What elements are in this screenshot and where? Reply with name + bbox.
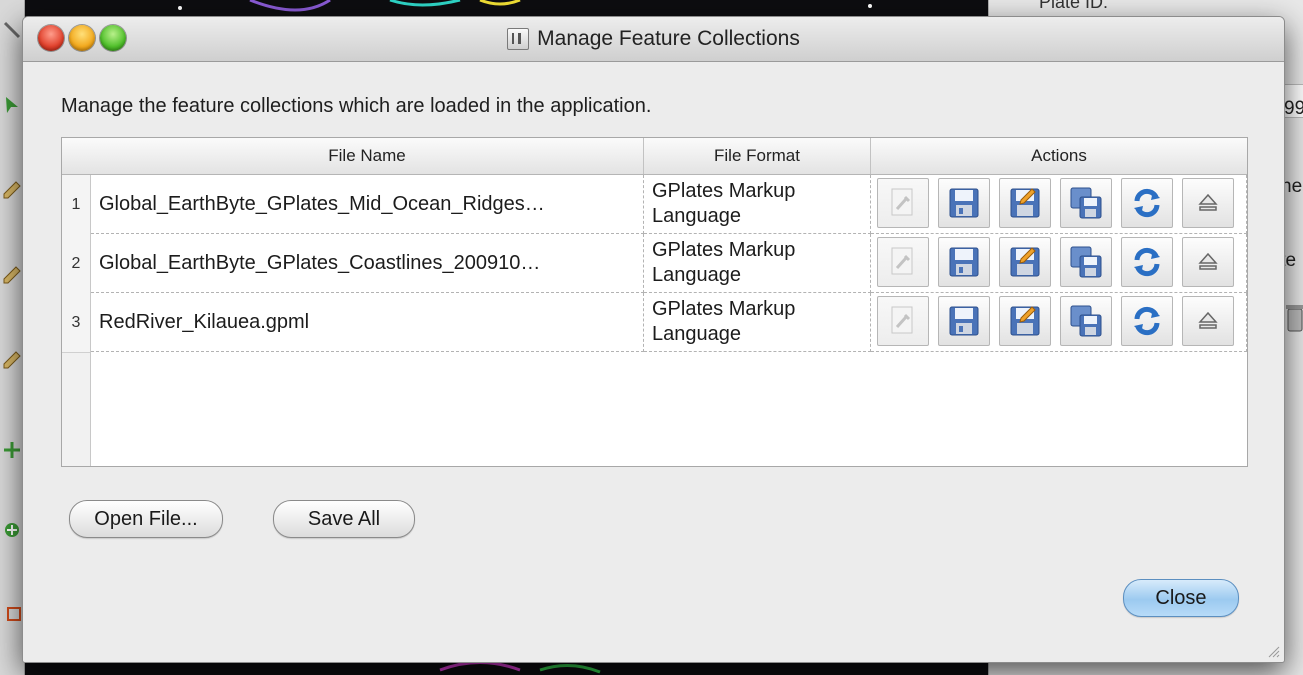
resize-grip-icon[interactable] <box>1264 642 1280 658</box>
reload-icon <box>1131 187 1163 219</box>
move-vertex-tool-icon[interactable] <box>2 440 22 460</box>
file-name-text: Global_EarthByte_GPlates_Mid_Ocean_Ridge… <box>99 193 545 215</box>
file-format-line: Language <box>652 205 741 227</box>
title-bar[interactable]: Manage Feature Collections <box>23 17 1284 62</box>
table-row[interactable]: 3 RedRiver_Kilauea.gpml GPlates Markup Lang… <box>62 293 1247 353</box>
save-as-icon <box>1008 245 1042 279</box>
file-format-cell[interactable]: GPlates Markup Language <box>644 175 871 234</box>
panel-peek-text: 99 <box>1284 98 1303 119</box>
file-format-cell[interactable]: GPlates Markup Language <box>644 293 871 352</box>
actions-cell <box>871 175 1247 234</box>
unload-button[interactable] <box>1182 296 1234 346</box>
manage-feature-collections-dialog: Manage Feature Collections Manage the fe… <box>22 16 1285 663</box>
edit-configuration-icon <box>888 305 918 337</box>
reload-icon <box>1131 305 1163 337</box>
select-tool-icon[interactable] <box>2 95 22 115</box>
unload-eject-icon <box>1196 309 1220 333</box>
save-as-button[interactable] <box>999 237 1051 287</box>
save-copy-button[interactable] <box>1060 296 1112 346</box>
dialog-app-icon <box>507 28 530 50</box>
row-number: 2 <box>62 234 90 294</box>
file-name-cell[interactable]: Global_EarthByte_GPlates_Mid_Ocean_Ridge… <box>91 175 644 234</box>
table-row[interactable]: 2 Global_EarthByte_GPlates_Coastlines_200… <box>62 234 1247 294</box>
file-format-cell[interactable]: GPlates Markup Language <box>644 234 871 293</box>
dialog-description: Manage the feature collections which are… <box>61 95 652 117</box>
save-copy-icon <box>1069 245 1103 279</box>
trash-icon[interactable] <box>1285 303 1303 333</box>
column-header-file-name[interactable]: File Name <box>91 138 644 174</box>
save-all-button[interactable]: Save All <box>273 500 415 538</box>
add-vertex-tool-icon[interactable] <box>2 520 22 540</box>
file-format-line: Language <box>652 264 741 286</box>
actions-cell <box>871 234 1247 293</box>
file-name-text: RedRiver_Kilauea.gpml <box>99 311 310 333</box>
row-number: 3 <box>62 293 90 353</box>
edit-configuration-icon <box>888 187 918 219</box>
pencil-tool-icon[interactable] <box>2 265 22 285</box>
unload-button[interactable] <box>1182 178 1234 228</box>
edit-configuration-button <box>877 237 929 287</box>
save-button[interactable] <box>938 178 990 228</box>
edit-configuration-button <box>877 296 929 346</box>
file-format-line: GPlates Markup <box>652 298 796 320</box>
unload-eject-icon <box>1196 250 1220 274</box>
close-button[interactable]: Close <box>1123 579 1239 617</box>
file-name-cell[interactable]: RedRiver_Kilauea.gpml <box>91 293 644 352</box>
save-icon <box>947 245 981 279</box>
save-icon <box>947 186 981 220</box>
actions-cell <box>871 293 1247 352</box>
pencil-tool-icon[interactable] <box>2 180 22 200</box>
save-button[interactable] <box>938 237 990 287</box>
save-as-button[interactable] <box>999 178 1051 228</box>
reload-icon <box>1131 246 1163 278</box>
save-as-button[interactable] <box>999 296 1051 346</box>
file-format-text: GPlates Markup Language <box>652 238 852 288</box>
plate-id-label: Plate ID: <box>1039 0 1109 12</box>
file-format-text: GPlates Markup Language <box>652 179 852 229</box>
pencil-tool-icon[interactable] <box>2 350 22 370</box>
save-as-icon <box>1008 304 1042 338</box>
unload-eject-icon <box>1196 191 1220 215</box>
edit-configuration-button <box>877 178 929 228</box>
save-button[interactable] <box>938 296 990 346</box>
file-name-text: Global_EarthByte_GPlates_Coastlines_2009… <box>99 252 541 274</box>
dialog-title: Manage Feature Collections <box>537 27 800 50</box>
save-copy-icon <box>1069 186 1103 220</box>
file-format-line: GPlates Markup <box>652 239 796 261</box>
reload-button[interactable] <box>1121 296 1173 346</box>
save-copy-button[interactable] <box>1060 178 1112 228</box>
save-as-icon <box>1008 186 1042 220</box>
file-format-line: GPlates Markup <box>652 180 796 202</box>
navigate-tool-icon[interactable] <box>2 20 22 40</box>
edit-configuration-icon <box>888 246 918 278</box>
save-copy-icon <box>1069 304 1103 338</box>
column-header-actions[interactable]: Actions <box>871 138 1247 174</box>
open-file-button[interactable]: Open File... <box>69 500 223 538</box>
column-header-file-format[interactable]: File Format <box>644 138 871 174</box>
save-copy-button[interactable] <box>1060 237 1112 287</box>
save-icon <box>947 304 981 338</box>
file-format-line: Language <box>652 323 741 345</box>
table-header: File Name File Format Actions <box>62 138 1247 175</box>
file-format-text: GPlates Markup Language <box>652 297 852 347</box>
row-number: 1 <box>62 175 90 235</box>
unload-button[interactable] <box>1182 237 1234 287</box>
split-tool-icon[interactable] <box>2 605 22 625</box>
feature-collections-table: File Name File Format Actions 1 Global_Ea… <box>61 137 1248 467</box>
table-row[interactable]: 1 Global_EarthByte_GPlates_Mid_Ocean_Ridg… <box>62 175 1247 235</box>
file-name-cell[interactable]: Global_EarthByte_GPlates_Coastlines_2009… <box>91 234 644 293</box>
reload-button[interactable] <box>1121 178 1173 228</box>
reload-button[interactable] <box>1121 237 1173 287</box>
